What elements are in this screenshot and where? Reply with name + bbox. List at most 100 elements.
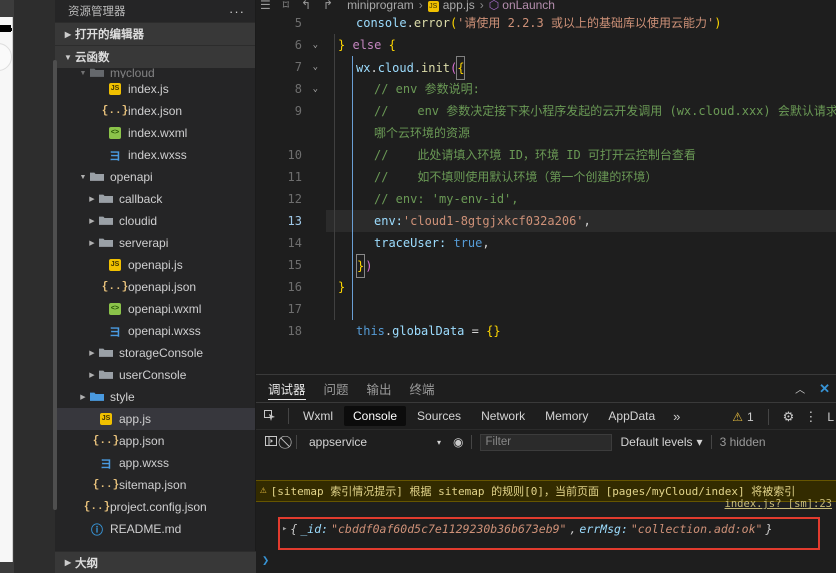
tree-item-index-js[interactable]: JS index.js bbox=[55, 78, 255, 100]
devtools-tab-network[interactable]: Network bbox=[472, 406, 534, 426]
clipped-icon[interactable]: L bbox=[827, 410, 834, 424]
breadcrumb-miniprogram[interactable]: miniprogram bbox=[347, 0, 414, 12]
section-cloud-functions[interactable]: ▼ 云函数 bbox=[55, 45, 255, 68]
line-number[interactable]: 18 bbox=[256, 320, 322, 342]
tree-item-openapi[interactable]: ▼ openapi bbox=[55, 166, 255, 188]
tree-item-sitemap-json[interactable]: {..} sitemap.json bbox=[55, 474, 255, 496]
line-number-gutter[interactable]: 5 ⌄ 6 ⌄ 7 ⌄ 8 9 10 11 12 13 14 15 16 17 18 bbox=[256, 12, 326, 374]
line-number[interactable]: ⌄ 6 bbox=[256, 34, 322, 56]
tree-item-mycloud[interactable]: ▼ mycloud bbox=[55, 68, 255, 78]
tree-item-storageconsole[interactable]: ▶ storageConsole bbox=[55, 342, 255, 364]
tree-item-index-wxss[interactable]: ヨ index.wxss bbox=[55, 144, 255, 166]
hidden-messages-count[interactable]: 3 hidden bbox=[720, 435, 766, 449]
chevron-right-icon[interactable]: ▶ bbox=[86, 349, 98, 357]
console-output[interactable]: ⚠ [sitemap 索引情况提示] 根据 sitemap 的规则[0]，当前页… bbox=[256, 480, 836, 573]
line-number[interactable]: 15 bbox=[256, 254, 322, 276]
chevron-double-right-icon[interactable]: » bbox=[665, 409, 688, 424]
chevron-right-icon[interactable]: ▶ bbox=[86, 217, 98, 225]
gear-icon[interactable]: ⚙ bbox=[783, 409, 795, 425]
line-number[interactable]: 9 bbox=[256, 100, 322, 122]
symbol-method-icon: ⬡ bbox=[488, 0, 500, 12]
code-lines[interactable]: console.error('请使用 2.2.3 或以上的基础库以使用云能力')… bbox=[326, 12, 836, 374]
line-number[interactable]: 16 bbox=[256, 276, 322, 298]
live-expression-icon[interactable]: ◉ bbox=[453, 435, 463, 449]
tree-item-openapi-json[interactable]: {..} openapi.json bbox=[55, 276, 255, 298]
console-result-row[interactable]: ▸ { _id: "cbddf0af60d5c7e1129230b36b673e… bbox=[282, 522, 816, 536]
line-number[interactable]: 10 bbox=[256, 144, 322, 166]
tree-item-readme-md[interactable]: ⓘ README.md bbox=[55, 518, 255, 540]
folder-open-icon bbox=[90, 171, 104, 184]
line-number[interactable]: 13 bbox=[256, 210, 322, 232]
panel-tab-调试器[interactable]: 调试器 bbox=[268, 375, 306, 402]
debugger-panel: 调试器 问题 输出 终端 ︿ ✕ Wxml Console Sources Network M… bbox=[256, 374, 836, 573]
line-number[interactable] bbox=[256, 122, 322, 144]
expand-arrow-icon[interactable]: ▸ bbox=[282, 524, 287, 534]
tree-item-index-wxml[interactable]: <> index.wxml bbox=[55, 122, 255, 144]
line-number[interactable]: 12 bbox=[256, 188, 322, 210]
section-open-editors[interactable]: ▶ 打开的编辑器 bbox=[55, 22, 255, 45]
tree-item-openapi-wxss[interactable]: ヨ openapi.wxss bbox=[55, 320, 255, 342]
panel-tab-问题[interactable]: 问题 bbox=[324, 375, 349, 402]
filter-input[interactable]: Filter bbox=[480, 433, 613, 451]
devtools-tab-memory[interactable]: Memory bbox=[536, 406, 597, 426]
tree-item-userconsole[interactable]: ▶ userConsole bbox=[55, 364, 255, 386]
tree-item-cloudid[interactable]: ▶ cloudid bbox=[55, 210, 255, 232]
devtools-tab-console[interactable]: Console bbox=[344, 406, 407, 426]
fold-chevron-icon[interactable]: ⌄ bbox=[313, 34, 318, 56]
divider bbox=[471, 435, 473, 449]
tree-item-serverapi[interactable]: ▶ serverapi bbox=[55, 232, 255, 254]
result-open-brace: { bbox=[290, 522, 298, 536]
tree-item-app-json[interactable]: {..} app.json bbox=[55, 430, 255, 452]
chevron-up-icon[interactable]: ︿ bbox=[795, 381, 805, 396]
fold-chevron-icon[interactable]: ⌄ bbox=[313, 56, 318, 78]
forward-arrow-icon[interactable]: ↱ bbox=[323, 0, 333, 12]
chevron-right-icon[interactable]: ▶ bbox=[77, 393, 89, 401]
simulator-phone-screen[interactable] bbox=[0, 17, 13, 562]
line-number[interactable]: 17 bbox=[256, 298, 322, 320]
chevron-down-icon[interactable]: ▼ bbox=[77, 70, 89, 77]
console-sidebar-icon[interactable] bbox=[262, 435, 280, 450]
tree-item-style[interactable]: ▶ style bbox=[55, 386, 255, 408]
chevron-right-icon[interactable]: ▶ bbox=[86, 195, 98, 203]
chevron-down-icon[interactable]: ▼ bbox=[77, 174, 89, 181]
line-number-text: 7 bbox=[294, 60, 302, 74]
section-outline[interactable]: ▶ 大纲 bbox=[55, 551, 256, 573]
close-icon[interactable]: ✕ bbox=[819, 381, 830, 397]
console-context-select[interactable]: appservice ▾ bbox=[305, 434, 445, 450]
devtools-tab-wxml[interactable]: Wxml bbox=[294, 406, 342, 426]
log-levels-select[interactable]: Default levels ▾ bbox=[620, 435, 702, 449]
panel-tab-终端[interactable]: 终端 bbox=[410, 375, 435, 402]
chevron-right-icon[interactable]: ▶ bbox=[86, 239, 98, 247]
back-arrow-icon[interactable]: ↰ bbox=[301, 0, 311, 12]
tree-item-label: style bbox=[110, 390, 135, 404]
tree-item-app-wxss[interactable]: ヨ app.wxss bbox=[55, 452, 255, 474]
menu-icon[interactable]: ☰ bbox=[260, 0, 271, 12]
line-number[interactable]: ⌄ 8 bbox=[256, 78, 322, 100]
kebab-menu-icon[interactable]: ⋮ bbox=[804, 409, 817, 425]
fold-chevron-icon[interactable]: ⌄ bbox=[313, 78, 318, 100]
devtools-tab-appdata[interactable]: AppData bbox=[599, 406, 664, 426]
chevron-right-icon[interactable]: ▶ bbox=[86, 371, 98, 379]
line-number[interactable]: ⌄ 7 bbox=[256, 56, 322, 78]
breadcrumb-onlaunch[interactable]: onLaunch bbox=[502, 0, 555, 12]
panel-tab-输出[interactable]: 输出 bbox=[367, 375, 392, 402]
line-number[interactable]: 11 bbox=[256, 166, 322, 188]
console-source-link[interactable]: index.js? [sm]:23 bbox=[725, 498, 832, 510]
tree-item-app-js[interactable]: JS app.js bbox=[55, 408, 255, 430]
inspect-element-icon[interactable] bbox=[256, 410, 284, 422]
console-prompt-caret[interactable]: ❯ bbox=[262, 553, 269, 567]
tree-item-index-json[interactable]: {..} index.json bbox=[55, 100, 255, 122]
line-number[interactable]: 5 bbox=[256, 12, 322, 34]
line-number[interactable]: 14 bbox=[256, 232, 322, 254]
bookmark-icon[interactable]: ⌑ bbox=[283, 0, 289, 12]
console-warning-message[interactable]: ⚠ [sitemap 索引情况提示] 根据 sitemap 的规则[0]，当前页… bbox=[256, 480, 836, 510]
explorer-more-icon[interactable]: ··· bbox=[229, 4, 245, 19]
sidebar-scrollbar[interactable] bbox=[53, 60, 57, 510]
tree-item-openapi-js[interactable]: JS openapi.js bbox=[55, 254, 255, 276]
tree-item-project-config-json[interactable]: {..} project.config.json bbox=[55, 496, 255, 518]
tree-item-callback[interactable]: ▶ callback bbox=[55, 188, 255, 210]
tree-item-openapi-wxml[interactable]: <> openapi.wxml bbox=[55, 298, 255, 320]
breadcrumb-appjs[interactable]: app.js bbox=[443, 0, 475, 12]
warning-indicator[interactable]: ⚠ 1 bbox=[732, 410, 753, 424]
devtools-tab-sources[interactable]: Sources bbox=[408, 406, 470, 426]
